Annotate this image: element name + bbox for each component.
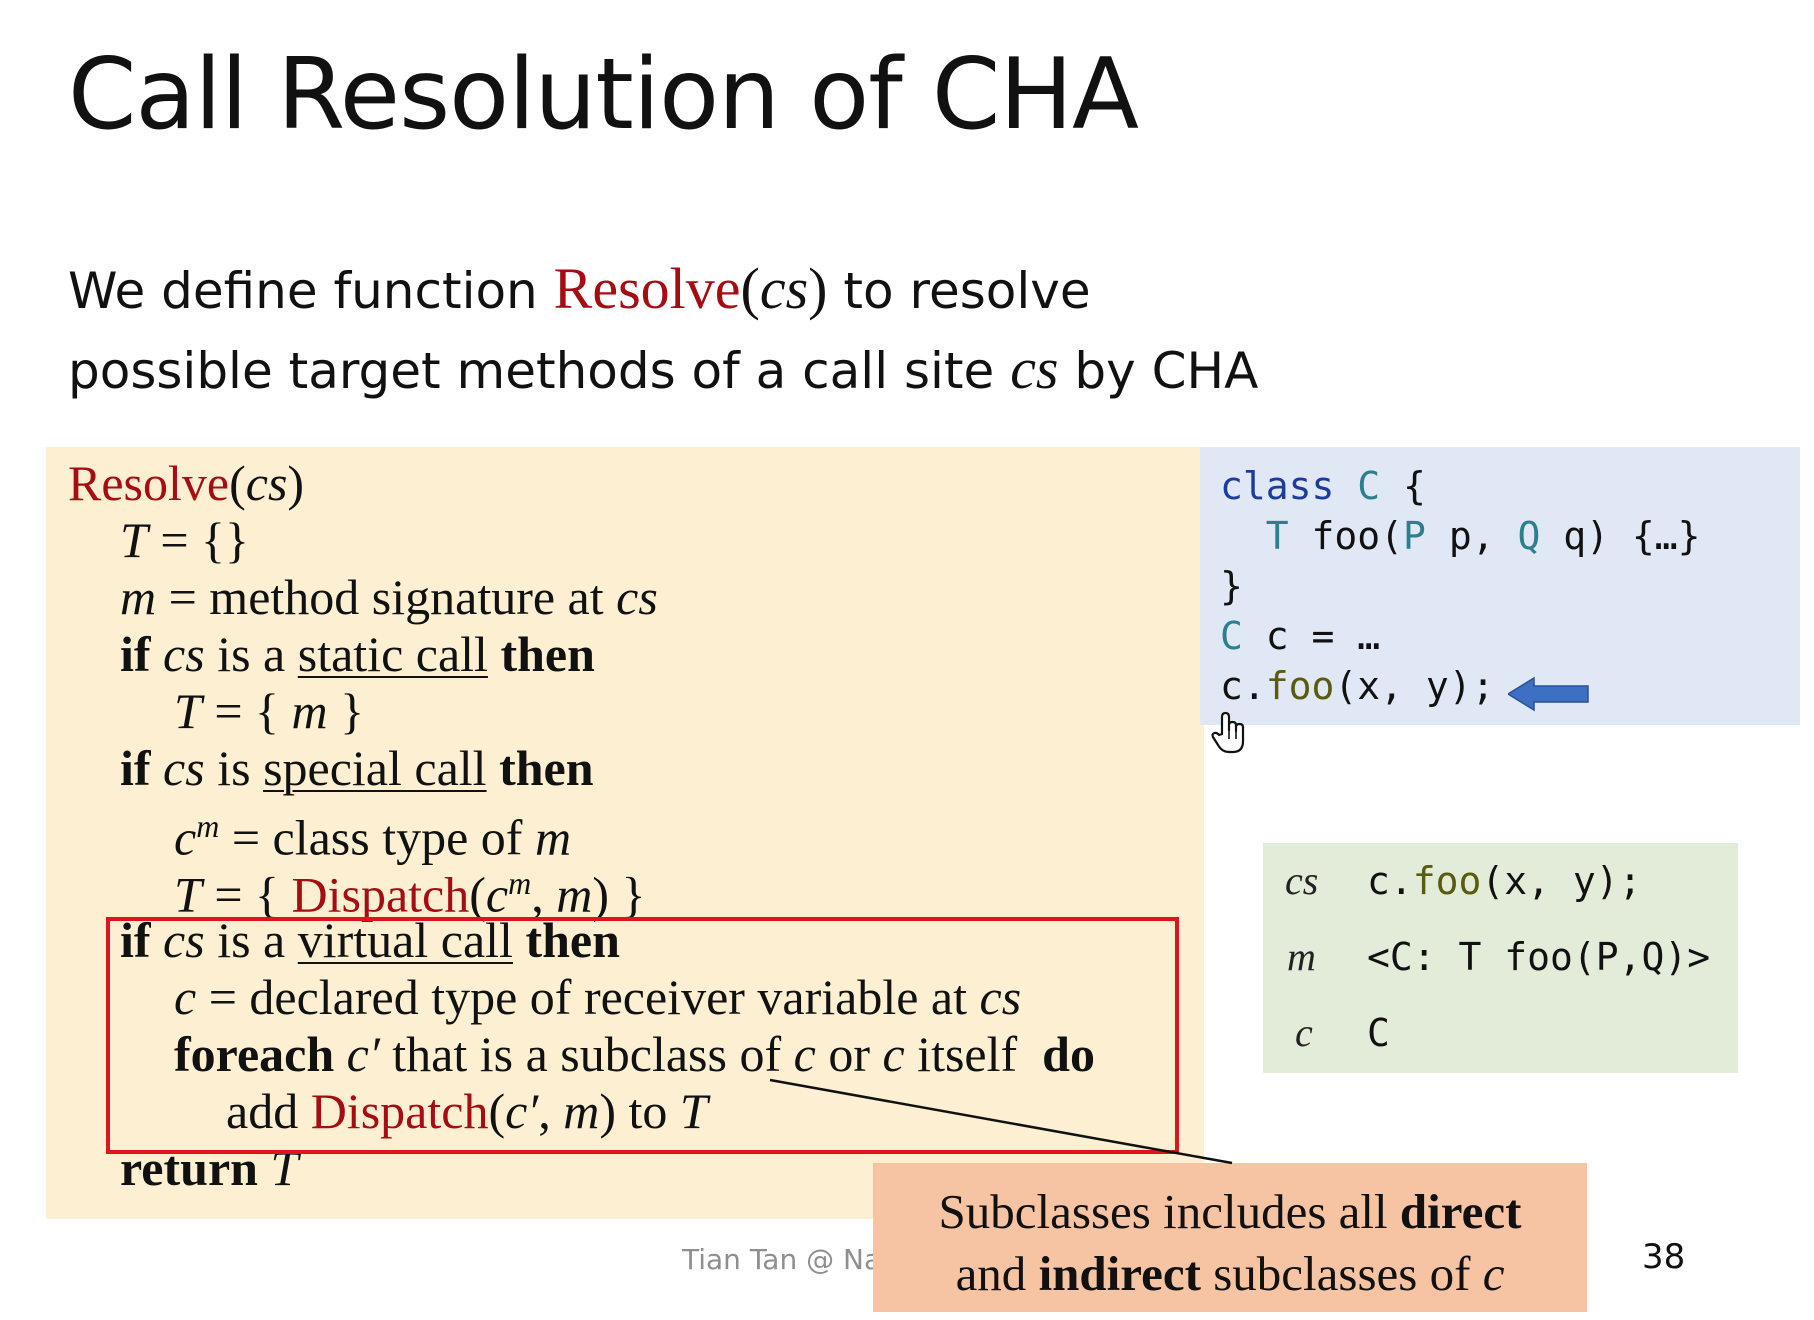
algo-special-if: if cs is special call then xyxy=(120,740,594,796)
page-number: 38 xyxy=(1642,1237,1686,1277)
var-key-c: c xyxy=(1295,1010,1313,1055)
note-line-2: and indirect subclasses of c xyxy=(955,1246,1505,1301)
var-key-m: m xyxy=(1287,934,1316,979)
subclass-note-text: Subclasses includes all direct and indir… xyxy=(873,1181,1587,1305)
intro-line-2: possible target methods of a call site c… xyxy=(68,336,1259,401)
code-line-1: class C { xyxy=(1220,464,1426,508)
var-value-m: <C: T foo(P,Q)> xyxy=(1367,935,1711,979)
algo-init: T = {} xyxy=(120,512,250,568)
intro-line-1: We define function Resolve(cs) to resolv… xyxy=(68,256,1091,321)
variables-box: cs c.foo(x, y); m <C: T foo(P,Q)> c C xyxy=(1263,843,1738,1073)
resolve-function-name: Resolve xyxy=(553,256,741,321)
code-example-box: class C { T foo(P p, Q q) {…} } C c = … … xyxy=(1200,447,1800,725)
var-value-cs: c.foo(x, y); xyxy=(1367,859,1642,903)
intro-text: We define function Resolve(cs) to resolv… xyxy=(68,250,1258,410)
algo-m-line: m = method signature at cs xyxy=(120,569,658,625)
left-arrow-icon xyxy=(1508,676,1589,712)
var-value-c: C xyxy=(1367,1011,1390,1055)
note-line-1: Subclasses includes all direct xyxy=(938,1184,1522,1239)
var-key-cs: cs xyxy=(1285,858,1319,903)
slide-title: Call Resolution of CHA xyxy=(68,38,1139,152)
subclass-note-box: Subclasses includes all direct and indir… xyxy=(873,1163,1587,1312)
hand-cursor-icon xyxy=(1211,711,1245,754)
code-line-5: c.foo(x, y); xyxy=(1220,664,1495,708)
algo-static-body: T = { m } xyxy=(174,683,365,739)
virtual-call-highlight xyxy=(106,917,1179,1154)
code-line-3: } xyxy=(1220,564,1243,608)
code-line-2: T foo(P p, Q q) {…} xyxy=(1265,514,1701,558)
footer-author: Tian Tan @ Nar xyxy=(682,1243,893,1276)
code-line-4: C c = … xyxy=(1220,614,1381,658)
algo-header: Resolve(cs) xyxy=(68,455,305,511)
algo-static-if: if cs is a static call then xyxy=(120,626,595,682)
